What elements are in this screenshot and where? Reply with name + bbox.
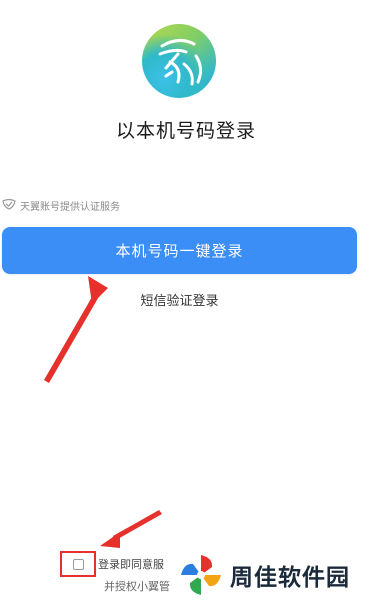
arrow-to-checkbox bbox=[100, 510, 162, 548]
agreement-checkbox[interactable] bbox=[72, 558, 84, 570]
sms-login-link[interactable]: 短信验证登录 bbox=[0, 290, 359, 309]
pinwheel-logo-icon bbox=[181, 555, 221, 595]
app-logo-icon bbox=[142, 24, 216, 98]
annotation-highlight-box bbox=[60, 551, 96, 577]
authorization-text: 并授权小翼管 bbox=[104, 580, 170, 593]
provider-text: 天翼账号提供认证服务 bbox=[20, 202, 120, 213]
one-click-login-button[interactable]: 本机号码一键登录 bbox=[2, 227, 357, 274]
agreement-text[interactable]: 登录即同意服 bbox=[98, 556, 164, 572]
shield-check-icon bbox=[2, 198, 16, 213]
page-title: 以本机号码登录 bbox=[115, 120, 256, 142]
watermark-text: 周佳软件园 bbox=[230, 565, 350, 591]
provider-info: 天翼账号提供认证服务 bbox=[2, 198, 120, 213]
agreement-row: 登录即同意服 bbox=[60, 551, 164, 577]
watermark: 周佳软件园 bbox=[176, 550, 372, 600]
